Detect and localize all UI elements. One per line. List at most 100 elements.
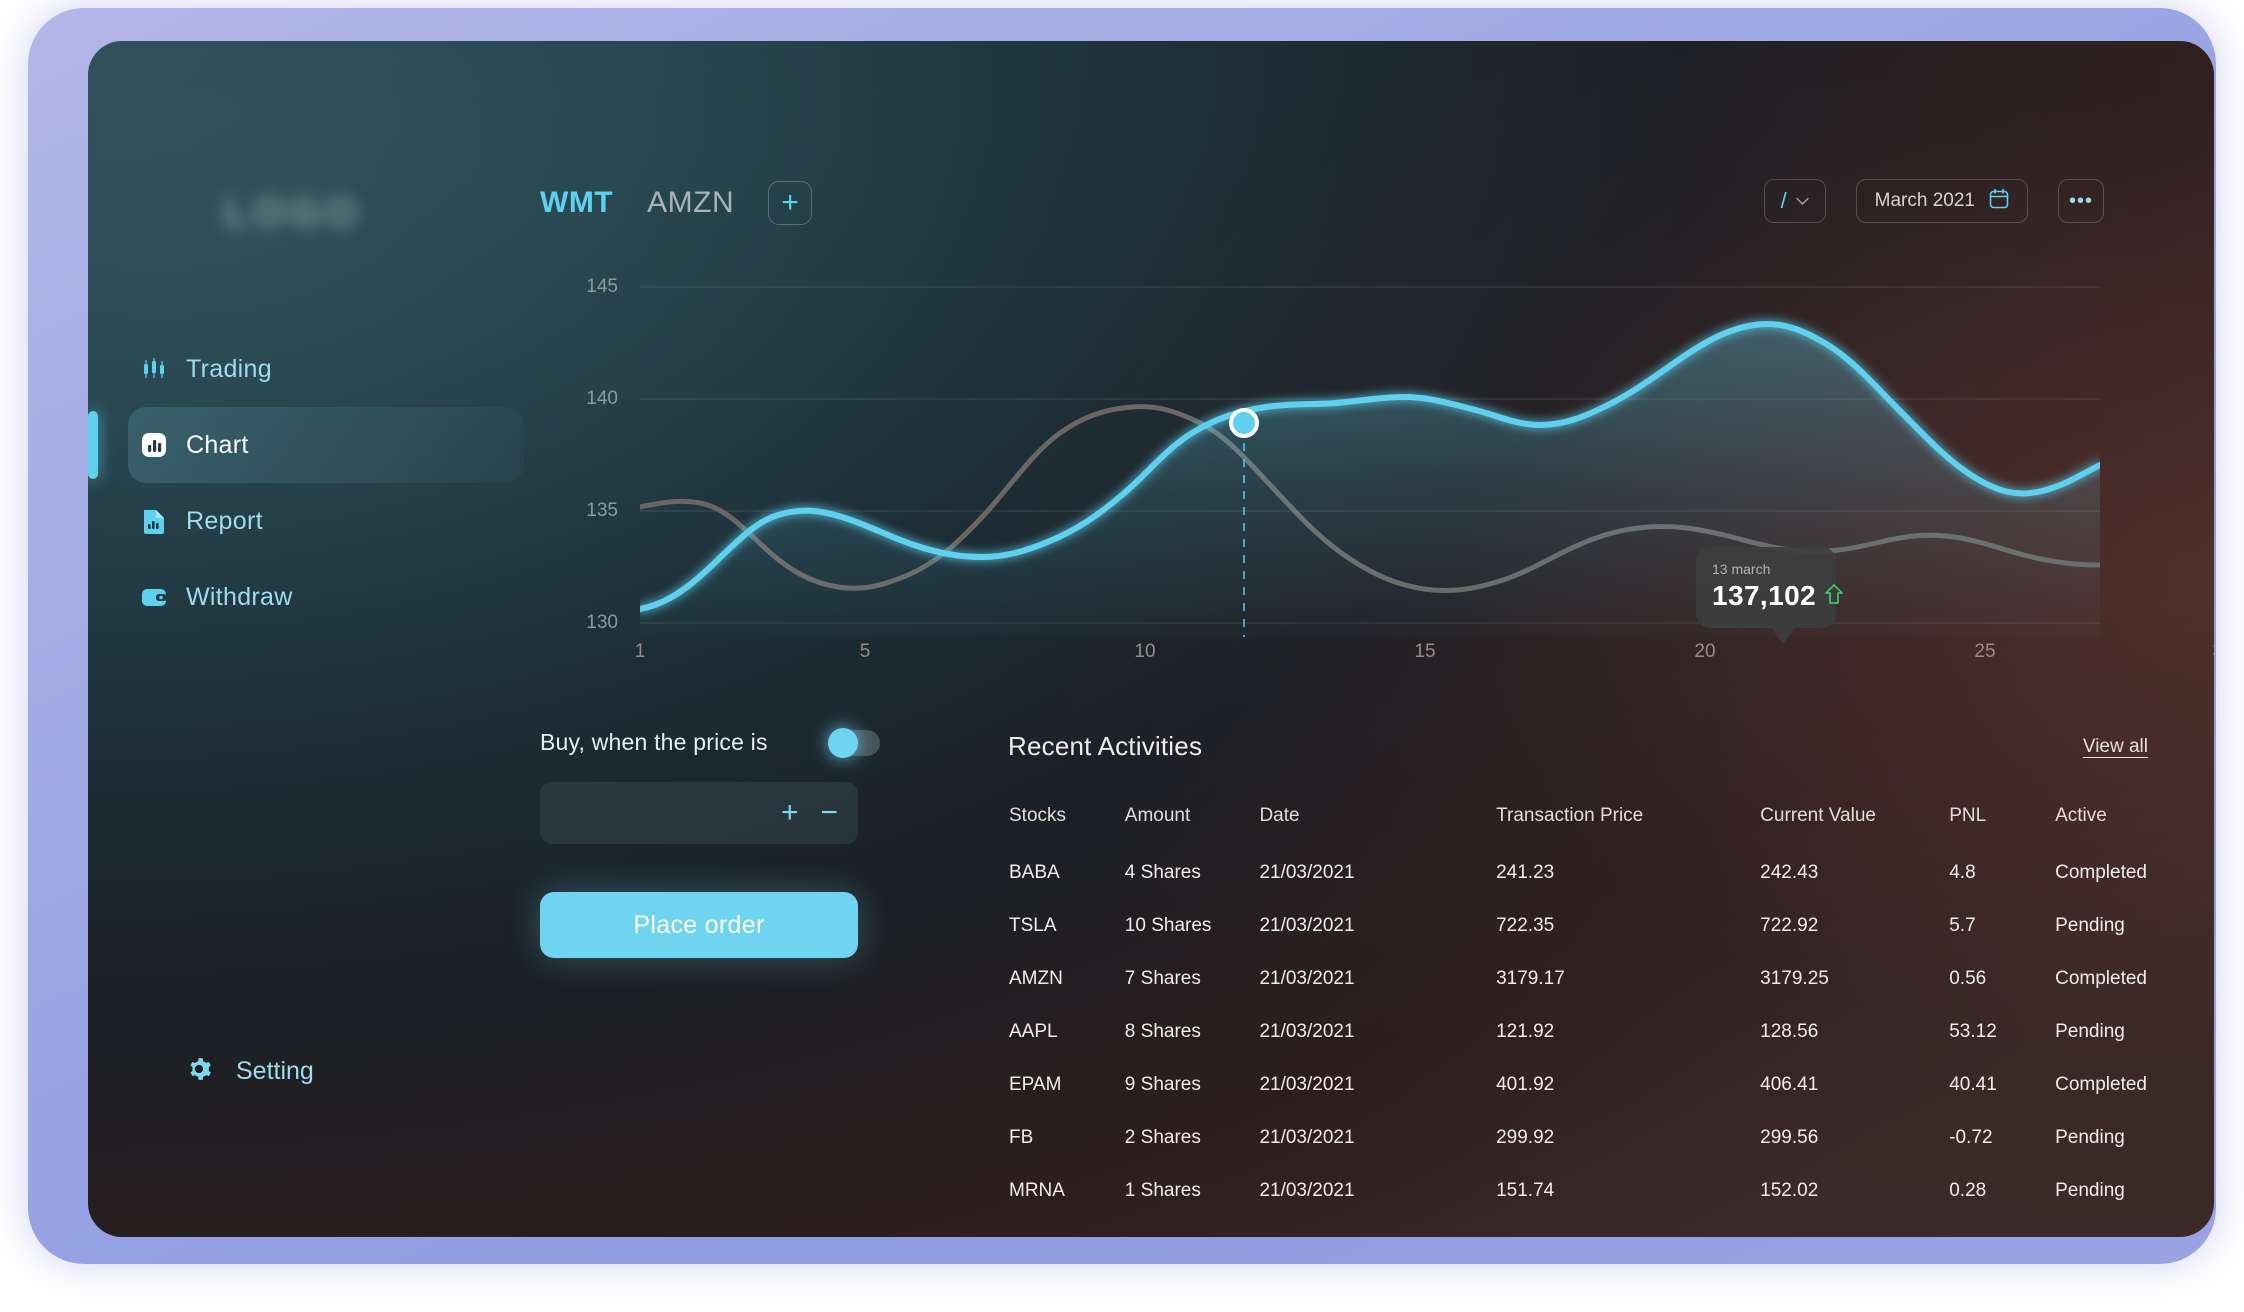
cell-pnl: -0.72	[1949, 1127, 1993, 1148]
cell-amount: 7 Shares	[1124, 968, 1201, 989]
cell-transaction-price: 299.92	[1496, 1127, 1555, 1148]
cell-stock: AMZN	[1009, 968, 1063, 989]
column-header-date: Date	[1259, 805, 1300, 826]
cell-date: 21/03/2021	[1259, 1021, 1355, 1042]
table-row[interactable]: FB 2 Shares 21/03/2021 299.92 299.56 -0.…	[1008, 1126, 2148, 1179]
sidebar-item-withdraw[interactable]: Withdraw	[88, 559, 540, 635]
y-tick-label: 135	[586, 500, 618, 521]
chart-tooltip: 13 march 137,102	[1696, 547, 1843, 644]
tooltip-value: 137,102	[1712, 580, 1817, 611]
cell-amount: 8 Shares	[1124, 1021, 1201, 1042]
y-tick-label: 140	[586, 388, 618, 409]
cell-stock: BABA	[1009, 862, 1060, 883]
chart-svg	[640, 286, 2100, 637]
cell-current-value: 406.41	[1760, 1074, 1819, 1095]
arrow-up-icon	[1824, 583, 1844, 610]
cell-status: Pending	[2055, 1180, 2125, 1201]
cell-status: Completed	[2055, 968, 2147, 989]
buy-condition-toggle[interactable]	[828, 727, 880, 758]
device-frame: LOGO Trading Chart Report Withdraw Setti…	[28, 8, 2216, 1264]
cell-transaction-price: 241.23	[1496, 862, 1555, 883]
cell-pnl: 0.56	[1949, 968, 1987, 989]
decrement-button[interactable]: −	[820, 798, 838, 828]
candlestick-icon	[132, 352, 176, 386]
chart-plot-area	[640, 237, 2100, 637]
cell-status: Pending	[2055, 1127, 2125, 1148]
cell-stock: AAPL	[1009, 1021, 1058, 1042]
toggle-knob	[828, 727, 858, 758]
sidebar: LOGO Trading Chart Report Withdraw Setti…	[88, 41, 540, 1237]
cell-pnl: 53.12	[1949, 1021, 1997, 1042]
cell-date: 21/03/2021	[1259, 968, 1355, 989]
sidebar-item-report[interactable]: Report	[88, 483, 540, 559]
cell-stock: TSLA	[1009, 915, 1057, 936]
cell-status: Pending	[2055, 1021, 2125, 1042]
app-screen: LOGO Trading Chart Report Withdraw Setti…	[88, 41, 2214, 1237]
cell-date: 21/03/2021	[1259, 1180, 1355, 1201]
x-tick-label: 30	[2212, 641, 2214, 663]
date-range-picker[interactable]: March 2021	[1855, 179, 2028, 223]
cell-current-value: 242.43	[1760, 862, 1819, 883]
column-header-transaction-price: Transaction Price	[1496, 805, 1644, 826]
x-tick-label: 20	[1694, 641, 1716, 662]
app-logo: LOGO	[224, 191, 362, 235]
price-steppers: + −	[781, 798, 838, 828]
table-row[interactable]: AMZN 7 Shares 21/03/2021 3179.17 3179.25…	[1008, 967, 2148, 1020]
buy-condition-row: Buy, when the price is	[540, 727, 880, 758]
table-row[interactable]: EPAM 9 Shares 21/03/2021 401.92 406.41 4…	[1008, 1073, 2148, 1126]
cell-pnl: 4.8	[1949, 862, 1976, 883]
column-header-amount: Amount	[1124, 805, 1191, 826]
chart-type-selector[interactable]: /	[1763, 179, 1826, 223]
price-input[interactable]: + −	[540, 782, 858, 844]
table-row[interactable]: TSLA 10 Shares 21/03/2021 722.35 722.92 …	[1008, 914, 2148, 967]
sidebar-nav: Trading Chart Report Withdraw	[88, 331, 540, 635]
sidebar-item-label: Withdraw	[186, 582, 293, 611]
place-order-button[interactable]: Place order	[540, 892, 858, 958]
cell-amount: 10 Shares	[1124, 915, 1212, 936]
x-tick-label: 1	[634, 641, 646, 662]
cell-date: 21/03/2021	[1259, 1074, 1355, 1095]
price-chart: 145 140 135 130 1 5 10 15 20 25 13 march…	[540, 237, 2214, 707]
cell-stock: MRNA	[1009, 1180, 1065, 1201]
cell-current-value: 152.02	[1760, 1180, 1819, 1201]
table-row[interactable]: BABA 4 Shares 21/03/2021 241.23 242.43 4…	[1008, 861, 2148, 914]
sidebar-item-label: Trading	[186, 354, 272, 383]
sidebar-item-trading[interactable]: Trading	[88, 331, 540, 407]
cell-status: Completed	[2055, 862, 2147, 883]
cell-current-value: 299.56	[1760, 1127, 1819, 1148]
calendar-icon	[1989, 188, 2009, 215]
y-axis: 145 140 135 130	[540, 237, 618, 637]
ticker-tab-amzn[interactable]: AMZN	[647, 186, 734, 220]
table-row[interactable]: MRNA 1 Shares 21/03/2021 151.74 152.02 0…	[1008, 1179, 2148, 1232]
date-range-label: March 2021	[1874, 190, 1975, 211]
x-tick-label: 10	[1134, 641, 1156, 662]
column-header-active: Active	[2055, 805, 2107, 826]
cell-status: Pending	[2055, 915, 2125, 936]
bar-chart-icon	[132, 428, 176, 462]
cell-pnl: 0.28	[1949, 1180, 1987, 1201]
cell-amount: 2 Shares	[1124, 1127, 1201, 1148]
increment-button[interactable]: +	[781, 798, 799, 828]
marker-dot	[1229, 408, 1259, 438]
sidebar-item-setting[interactable]: Setting	[186, 1056, 314, 1087]
cell-transaction-price: 121.92	[1496, 1021, 1555, 1042]
sidebar-item-chart[interactable]: Chart	[88, 407, 524, 483]
cell-stock: EPAM	[1009, 1074, 1062, 1095]
chevron-down-icon	[1796, 194, 1809, 209]
activities-title: Recent Activities	[1008, 731, 1203, 761]
table-row[interactable]: AAPL 8 Shares 21/03/2021 121.92 128.56 5…	[1008, 1020, 2148, 1073]
cell-date: 21/03/2021	[1259, 915, 1355, 936]
x-tick-label: 15	[1414, 641, 1436, 662]
setting-label: Setting	[236, 1057, 314, 1085]
x-axis: 1 5 10 15 20 25 30	[635, 641, 2214, 681]
cell-amount: 1 Shares	[1124, 1180, 1201, 1201]
ticker-tab-wmt[interactable]: WMT	[540, 186, 613, 220]
series-area-wmt	[640, 323, 2100, 637]
ticker-tabs: WMT AMZN +	[540, 181, 813, 225]
add-ticker-button[interactable]: +	[768, 181, 813, 225]
cell-transaction-price: 401.92	[1496, 1074, 1555, 1095]
order-panel: Buy, when the price is + − Place order	[540, 727, 880, 958]
cell-current-value: 128.56	[1760, 1021, 1819, 1042]
more-options-button[interactable]: •••	[2058, 179, 2104, 223]
view-all-link[interactable]: View all	[2083, 736, 2148, 758]
